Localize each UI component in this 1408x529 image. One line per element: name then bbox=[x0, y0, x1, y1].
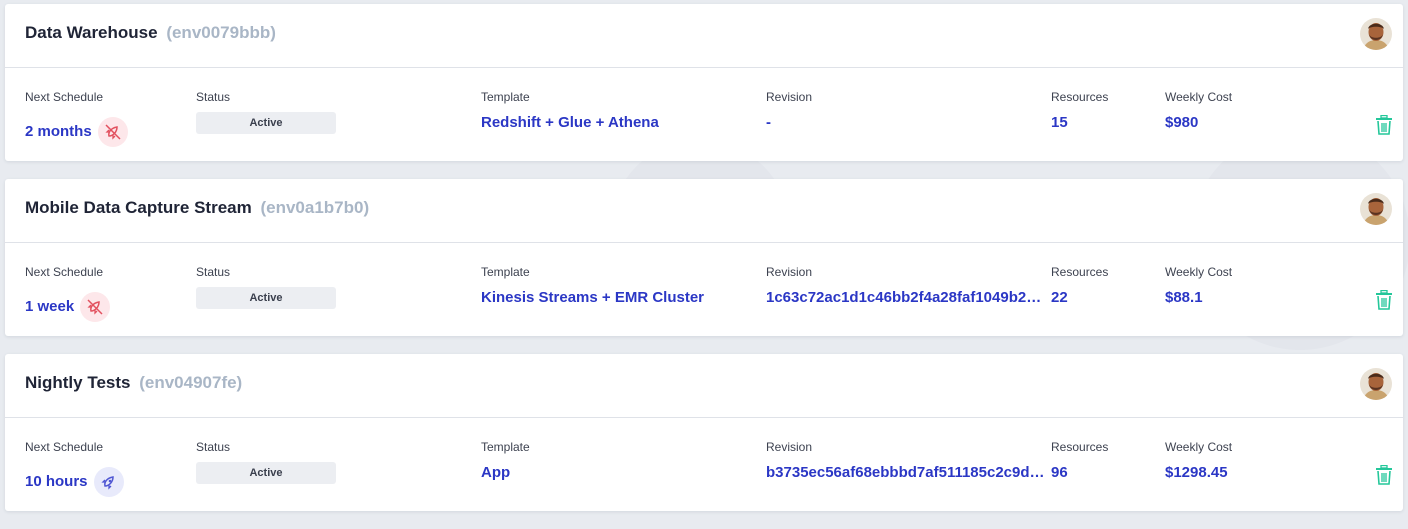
next-schedule-text[interactable]: 2 months bbox=[25, 122, 92, 142]
environment-id: (env0079bbb) bbox=[166, 23, 276, 42]
next-schedule-value[interactable]: 2 months bbox=[25, 117, 128, 147]
avatar[interactable] bbox=[1360, 368, 1392, 400]
weekly-cost-value[interactable]: $1298.45 bbox=[1165, 463, 1228, 483]
revision-field: Revision - bbox=[766, 89, 813, 131]
environment-name[interactable]: Mobile Data Capture Stream bbox=[25, 198, 252, 217]
weekly-cost-label: Weekly Cost bbox=[1165, 90, 1233, 104]
next-schedule-field: Next Schedule 1 week bbox=[25, 264, 111, 322]
weekly-cost-label: Weekly Cost bbox=[1165, 265, 1233, 279]
card-header: Data Warehouse (env0079bbb) bbox=[5, 4, 1403, 68]
environment-card[interactable]: Data Warehouse (env0079bbb) Next Schedul… bbox=[5, 4, 1403, 161]
environment-list: Data Warehouse (env0079bbb) Next Schedul… bbox=[5, 4, 1403, 529]
next-schedule-value[interactable]: 1 week bbox=[25, 292, 111, 322]
card-header: Nightly Tests (env04907fe) bbox=[5, 354, 1403, 418]
status-badge: Active bbox=[196, 462, 336, 484]
revision-field: Revision 1c63c72ac1d1c46bb2f4a28faf1049b… bbox=[766, 264, 1049, 306]
revision-link[interactable]: 1c63c72ac1d1c46bb2f4a28faf1049b2e5c1b3d7 bbox=[766, 288, 1049, 308]
card-header: Mobile Data Capture Stream (env0a1b7b0) bbox=[5, 179, 1403, 243]
weekly-cost-value[interactable]: $88.1 bbox=[1165, 288, 1203, 308]
resources-field: Resources 22 bbox=[1051, 264, 1109, 306]
next-schedule-label: Next Schedule bbox=[25, 90, 104, 104]
environment-id: (env04907fe) bbox=[139, 373, 243, 392]
status-label: Status bbox=[196, 265, 231, 279]
next-schedule-text[interactable]: 1 week bbox=[25, 297, 74, 317]
resources-link[interactable]: 22 bbox=[1051, 288, 1068, 308]
weekly-cost-label: Weekly Cost bbox=[1165, 440, 1233, 454]
revision-label: Revision bbox=[766, 90, 813, 104]
template-field: Template Redshift + Glue + Athena bbox=[481, 89, 659, 131]
delete-button[interactable] bbox=[1375, 114, 1393, 135]
status-field: Status Active bbox=[196, 439, 336, 484]
weekly-cost-field: Weekly Cost $980 bbox=[1165, 89, 1233, 131]
trash-icon[interactable] bbox=[1375, 289, 1393, 310]
weekly-cost-field: Weekly Cost $1298.45 bbox=[1165, 439, 1233, 481]
resources-link[interactable]: 15 bbox=[1051, 113, 1068, 133]
rocket-icon[interactable] bbox=[93, 467, 124, 497]
environment-name[interactable]: Nightly Tests bbox=[25, 373, 130, 392]
environment-card[interactable]: Mobile Data Capture Stream (env0a1b7b0) … bbox=[5, 179, 1403, 336]
template-label: Template bbox=[481, 90, 530, 104]
environment-title[interactable]: Mobile Data Capture Stream (env0a1b7b0) bbox=[25, 198, 369, 218]
status-badge: Active bbox=[196, 287, 336, 309]
template-field: Template App bbox=[481, 439, 530, 481]
rocket-off-icon[interactable] bbox=[97, 117, 128, 147]
next-schedule-field: Next Schedule 2 months bbox=[25, 89, 128, 147]
resources-label: Resources bbox=[1051, 265, 1109, 279]
next-schedule-label: Next Schedule bbox=[25, 265, 104, 279]
delete-button[interactable] bbox=[1375, 464, 1393, 485]
resources-label: Resources bbox=[1051, 440, 1109, 454]
template-label: Template bbox=[481, 265, 530, 279]
environment-name[interactable]: Data Warehouse bbox=[25, 23, 158, 42]
template-label: Template bbox=[481, 440, 530, 454]
template-link[interactable]: App bbox=[481, 463, 761, 483]
rocket-off-icon[interactable] bbox=[80, 292, 111, 322]
revision-link[interactable]: - bbox=[766, 113, 1049, 133]
next-schedule-field: Next Schedule 10 hours bbox=[25, 439, 124, 497]
weekly-cost-value[interactable]: $980 bbox=[1165, 113, 1198, 133]
environment-title[interactable]: Data Warehouse (env0079bbb) bbox=[25, 23, 276, 43]
next-schedule-value[interactable]: 10 hours bbox=[25, 467, 124, 497]
template-link[interactable]: Redshift + Glue + Athena bbox=[481, 113, 761, 133]
revision-field: Revision b3735ec56af68ebbbd7af511185c2c9… bbox=[766, 439, 1049, 481]
status-label: Status bbox=[196, 90, 231, 104]
next-schedule-label: Next Schedule bbox=[25, 440, 104, 454]
delete-button[interactable] bbox=[1375, 289, 1393, 310]
environment-title[interactable]: Nightly Tests (env04907fe) bbox=[25, 373, 242, 393]
status-label: Status bbox=[196, 440, 231, 454]
status-field: Status Active bbox=[196, 264, 336, 309]
avatar[interactable] bbox=[1360, 193, 1392, 225]
resources-field: Resources 96 bbox=[1051, 439, 1109, 481]
template-link[interactable]: Kinesis Streams + EMR Cluster bbox=[481, 288, 761, 308]
environment-id: (env0a1b7b0) bbox=[260, 198, 370, 217]
resources-link[interactable]: 96 bbox=[1051, 463, 1068, 483]
avatar[interactable] bbox=[1360, 18, 1392, 50]
trash-icon[interactable] bbox=[1375, 464, 1393, 485]
trash-icon[interactable] bbox=[1375, 114, 1393, 135]
revision-label: Revision bbox=[766, 440, 813, 454]
next-schedule-text[interactable]: 10 hours bbox=[25, 472, 88, 492]
template-field: Template Kinesis Streams + EMR Cluster bbox=[481, 264, 704, 306]
revision-link[interactable]: b3735ec56af68ebbbd7af511185c2c9d0a4e7f21 bbox=[766, 463, 1049, 483]
status-field: Status Active bbox=[196, 89, 336, 134]
resources-field: Resources 15 bbox=[1051, 89, 1109, 131]
weekly-cost-field: Weekly Cost $88.1 bbox=[1165, 264, 1233, 306]
environment-card[interactable]: Nightly Tests (env04907fe) Next Schedule… bbox=[5, 354, 1403, 511]
status-badge: Active bbox=[196, 112, 336, 134]
revision-label: Revision bbox=[766, 265, 813, 279]
resources-label: Resources bbox=[1051, 90, 1109, 104]
